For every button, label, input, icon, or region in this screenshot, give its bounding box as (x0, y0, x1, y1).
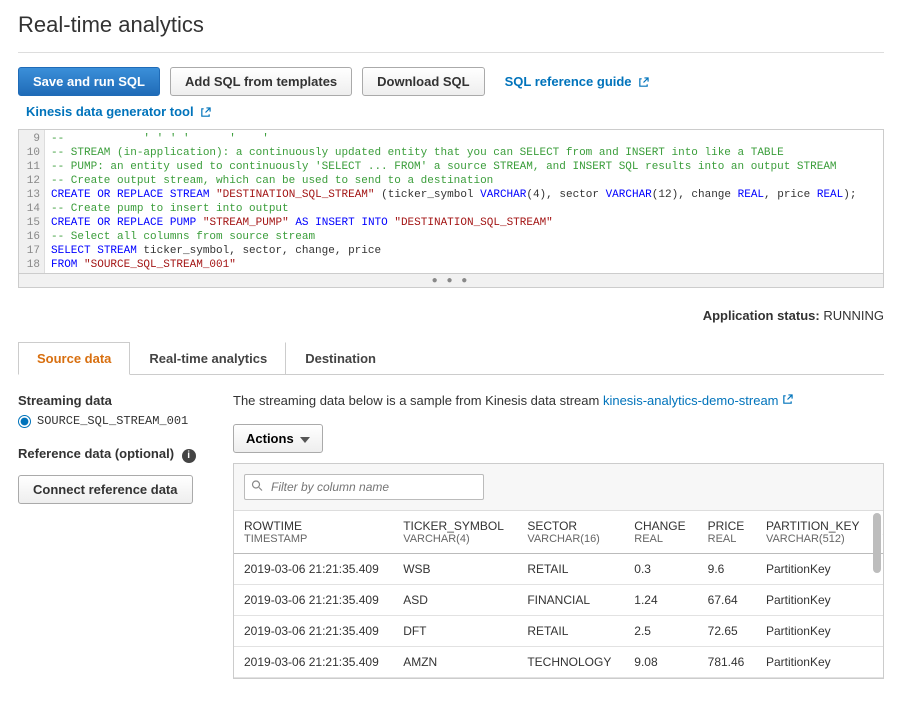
cell: 2.5 (624, 616, 697, 647)
link-label: kinesis-analytics-demo-stream (603, 393, 779, 408)
connect-reference-data-button[interactable]: Connect reference data (18, 475, 193, 504)
tab-bar: Source dataReal-time analyticsDestinatio… (18, 341, 884, 375)
download-sql-button[interactable]: Download SQL (362, 67, 484, 96)
table-row[interactable]: 2019-03-06 21:21:35.409WSBRETAIL0.39.6Pa… (234, 554, 883, 585)
cell: FINANCIAL (517, 585, 624, 616)
table-row[interactable]: 2019-03-06 21:21:35.409ASDFINANCIAL1.246… (234, 585, 883, 616)
external-link-icon (197, 104, 211, 119)
chevron-down-icon (300, 431, 310, 446)
add-sql-templates-button[interactable]: Add SQL from templates (170, 67, 352, 96)
search-icon (251, 480, 263, 495)
external-link-icon (782, 393, 793, 408)
cell: PartitionKey (756, 554, 873, 585)
resize-handle[interactable]: ● ● ● (18, 274, 884, 288)
cell: 2019-03-06 21:21:35.409 (234, 554, 393, 585)
tab-real-time-analytics[interactable]: Real-time analytics (130, 342, 286, 375)
stream-radio-row[interactable]: SOURCE_SQL_STREAM_001 (18, 414, 213, 428)
data-panel: ROWTIMETIMESTAMPTICKER_SYMBOLVARCHAR(4)S… (233, 463, 884, 679)
app-status: Application status: RUNNING (18, 308, 884, 323)
column-rowtime[interactable]: ROWTIMETIMESTAMP (234, 511, 393, 554)
cell: 1.24 (624, 585, 697, 616)
column-ticker_symbol[interactable]: TICKER_SYMBOLVARCHAR(4) (393, 511, 517, 554)
tab-source-data[interactable]: Source data (18, 342, 130, 375)
column-partition_key[interactable]: PARTITION_KEYVARCHAR(512) (756, 511, 873, 554)
sql-reference-guide-link[interactable]: SQL reference guide (505, 74, 650, 89)
cell: 67.64 (698, 585, 756, 616)
cell: 495 (873, 647, 883, 678)
divider (18, 52, 884, 53)
cell: TECHNOLOGY (517, 647, 624, 678)
cell: AMZN (393, 647, 517, 678)
cell: 9.08 (624, 647, 697, 678)
cell: PartitionKey (756, 585, 873, 616)
line-gutter: 9101112131415161718192021 (19, 130, 45, 273)
column-filter-input[interactable] (244, 474, 484, 500)
stream-radio[interactable] (18, 415, 31, 428)
cell: ASD (393, 585, 517, 616)
info-icon[interactable]: i (182, 449, 196, 463)
demo-stream-link[interactable]: kinesis-analytics-demo-stream (603, 393, 793, 408)
cell: PartitionKey (756, 647, 873, 678)
external-link-icon (635, 74, 649, 89)
cell: RETAIL (517, 616, 624, 647)
page-title: Real-time analytics (18, 4, 884, 52)
reference-data-heading: Reference data (optional) i (18, 446, 213, 463)
column-price[interactable]: PRICEREAL (698, 511, 756, 554)
cell: 2019-03-06 21:21:35.409 (234, 616, 393, 647)
tab-destination[interactable]: Destination (286, 342, 395, 375)
actions-dropdown[interactable]: Actions (233, 424, 323, 453)
cell: 2019-03-06 21:21:35.409 (234, 585, 393, 616)
sample-data-table: ROWTIMETIMESTAMPTICKER_SYMBOLVARCHAR(4)S… (234, 511, 883, 678)
kinesis-data-generator-link[interactable]: Kinesis data generator tool (26, 104, 211, 119)
sql-editor[interactable]: 9101112131415161718192021 -- ' ' ' ' ' '… (18, 129, 884, 274)
sample-description: The streaming data below is a sample fro… (233, 393, 884, 408)
column-sector[interactable]: SECTORVARCHAR(16) (517, 511, 624, 554)
table-row[interactable]: 2019-03-06 21:21:35.409DFTRETAIL2.572.65… (234, 616, 883, 647)
cell: 0.3 (624, 554, 697, 585)
desc-text: The streaming data below is a sample fro… (233, 393, 603, 408)
scrollbar-thumb[interactable] (873, 513, 881, 573)
streaming-data-heading: Streaming data (18, 393, 213, 408)
stream-name: SOURCE_SQL_STREAM_001 (37, 414, 188, 428)
link-label: SQL reference guide (505, 74, 632, 89)
toolbar: Save and run SQL Add SQL from templates … (18, 67, 884, 96)
cell: 781.46 (698, 647, 756, 678)
save-run-sql-button[interactable]: Save and run SQL (18, 67, 160, 96)
reference-data-label: Reference data (optional) (18, 446, 174, 461)
cell: PartitionKey (756, 616, 873, 647)
actions-label: Actions (246, 431, 294, 446)
cell: 495 (873, 585, 883, 616)
link-label: Kinesis data generator tool (26, 104, 194, 119)
table-scroll[interactable]: ROWTIMETIMESTAMPTICKER_SYMBOLVARCHAR(4)S… (234, 511, 883, 678)
code-area[interactable]: -- ' ' ' ' ' '-- STREAM (in-application)… (45, 130, 883, 273)
table-row[interactable]: 2019-03-06 21:21:35.409AMZNTECHNOLOGY9.0… (234, 647, 883, 678)
status-value: RUNNING (823, 308, 884, 323)
cell: 2019-03-06 21:21:35.409 (234, 647, 393, 678)
cell: 72.65 (698, 616, 756, 647)
cell: DFT (393, 616, 517, 647)
cell: WSB (393, 554, 517, 585)
column-change[interactable]: CHANGEREAL (624, 511, 697, 554)
cell: 495 (873, 616, 883, 647)
status-label: Application status: (703, 308, 820, 323)
cell: RETAIL (517, 554, 624, 585)
cell: 9.6 (698, 554, 756, 585)
